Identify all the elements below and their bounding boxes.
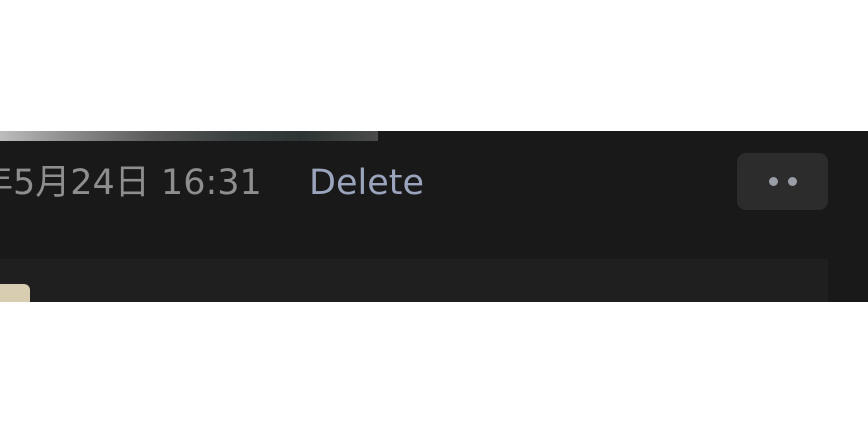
post-timestamp: 年5月24日 16:31 — [0, 163, 262, 203]
delete-link[interactable]: Delete — [309, 161, 424, 205]
more-dots-icon — [768, 177, 778, 186]
more-dots-icon — [787, 177, 797, 186]
comment-area — [0, 259, 828, 302]
screen: 年5月24日 16:31 Delete — [0, 0, 868, 434]
avatar[interactable] — [0, 284, 30, 302]
post-footer-panel: 年5月24日 16:31 Delete — [0, 131, 868, 302]
more-options-button[interactable] — [737, 153, 828, 210]
post-image-bottom-edge — [0, 131, 378, 141]
